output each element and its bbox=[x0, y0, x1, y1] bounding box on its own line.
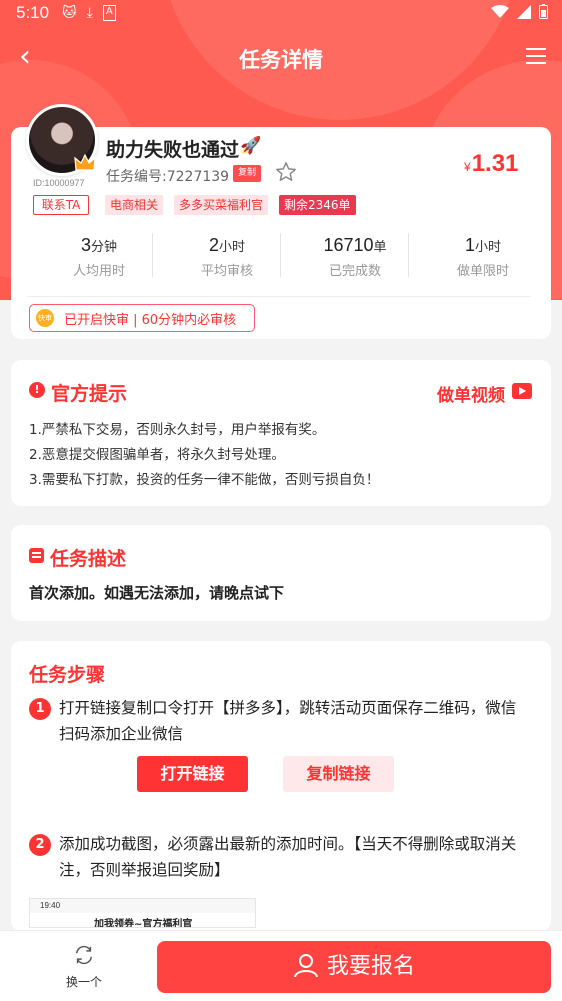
example-screenshot[interactable]: 19:40 加我领券~官方福利官 bbox=[29, 898, 256, 928]
step-text: 打开链接复制口令打开【拼多多】，跳转活动页面保存二维码，微信扫码添加企业微信 bbox=[59, 699, 517, 743]
warning-icon: ! bbox=[29, 382, 45, 398]
stat-avg-review: 2小时 平均审核 bbox=[200, 235, 253, 279]
refresh-icon bbox=[75, 945, 93, 965]
tag-category: 电商相关 bbox=[105, 195, 164, 215]
star-icon[interactable] bbox=[275, 161, 297, 183]
task-stats: 3分钟 人均用时 2小时 平均审核 16710单 已完成数 1小时 做单限时 bbox=[11, 235, 551, 285]
status-time: 5:10 bbox=[16, 3, 50, 22]
video-play-icon[interactable] bbox=[512, 383, 532, 399]
document-icon bbox=[29, 548, 44, 563]
divider bbox=[152, 233, 153, 277]
stat-time-limit: 1小时 做单限时 bbox=[456, 235, 509, 279]
tag-remaining: 剩余2346单 bbox=[279, 195, 356, 215]
task-description-card bbox=[11, 525, 551, 621]
cat-icon: 🐱 bbox=[62, 5, 77, 21]
rocket-icon: 🚀 bbox=[240, 136, 262, 156]
notice-title: 官方提示 bbox=[51, 383, 128, 405]
copy-link-button[interactable]: 复制链接 bbox=[283, 756, 394, 792]
wifi-icon bbox=[491, 4, 509, 18]
signal-icon bbox=[517, 4, 531, 19]
stat-avg-time: 3分钟 人均用时 bbox=[72, 235, 125, 279]
fast-review-icon: 快审 bbox=[36, 309, 54, 327]
stat-completed: 16710单 已完成数 bbox=[323, 235, 387, 279]
user-icon bbox=[293, 954, 318, 978]
status-bar: 5:10 🐱 ⤓ A bbox=[0, 0, 562, 26]
divider bbox=[408, 233, 409, 277]
tag-merchant: 多多买菜福利官 bbox=[174, 195, 269, 215]
step-number: 2 bbox=[29, 834, 51, 856]
battery-icon bbox=[539, 4, 548, 19]
task-number: 任务编号:7227139 bbox=[106, 169, 230, 185]
step-text: 添加成功截图，必须露出最新的添加时间。【当天不得删除或取消关注，否则举报追回奖励… bbox=[59, 835, 517, 879]
steps-title: 任务步骤 bbox=[29, 664, 106, 686]
step-number: 1 bbox=[29, 698, 51, 720]
notice-rule: 2.恶意提交假图骗单者，将永久封号处理。 bbox=[29, 447, 285, 463]
divider bbox=[27, 296, 531, 297]
menu-icon[interactable] bbox=[526, 48, 546, 64]
fast-review-badge: 快审 已开启快审 | 60分钟内必审核 bbox=[29, 304, 255, 332]
task-title: 助力失败也通过 bbox=[106, 139, 240, 161]
a-icon: A bbox=[102, 5, 116, 21]
task-video-link[interactable]: 做单视频 bbox=[437, 381, 505, 406]
notice-rule: 1.严禁私下交易，否则永久封号，用户举报有奖。 bbox=[29, 422, 326, 438]
open-link-button[interactable]: 打开链接 bbox=[137, 756, 248, 792]
swap-task-button[interactable]: 换一个 bbox=[58, 944, 110, 990]
signup-button[interactable]: 我要报名 bbox=[157, 941, 551, 993]
contact-button[interactable]: 联系TA bbox=[33, 195, 89, 215]
divider bbox=[280, 233, 281, 277]
page-title: 任务详情 bbox=[239, 48, 323, 72]
download-icon: ⤓ bbox=[86, 5, 93, 21]
screenshot-time: 19:40 bbox=[30, 899, 255, 913]
copy-task-number-button[interactable]: 复制 bbox=[233, 165, 262, 182]
crown-icon bbox=[74, 154, 96, 171]
description-title: 任务描述 bbox=[50, 548, 127, 570]
task-price: ¥1.31 bbox=[464, 150, 519, 177]
user-id: ID:10000977 bbox=[33, 178, 85, 188]
nav-bar: ‹ 任务详情 bbox=[0, 36, 562, 80]
screenshot-caption: 加我领券~官方福利官 bbox=[94, 919, 193, 928]
description-text: 首次添加。如遇无法添加，请晚点试下 bbox=[29, 584, 285, 602]
notice-rule: 3.需要私下打款，投资的任务一律不能做，否则亏损自负！ bbox=[29, 472, 380, 488]
